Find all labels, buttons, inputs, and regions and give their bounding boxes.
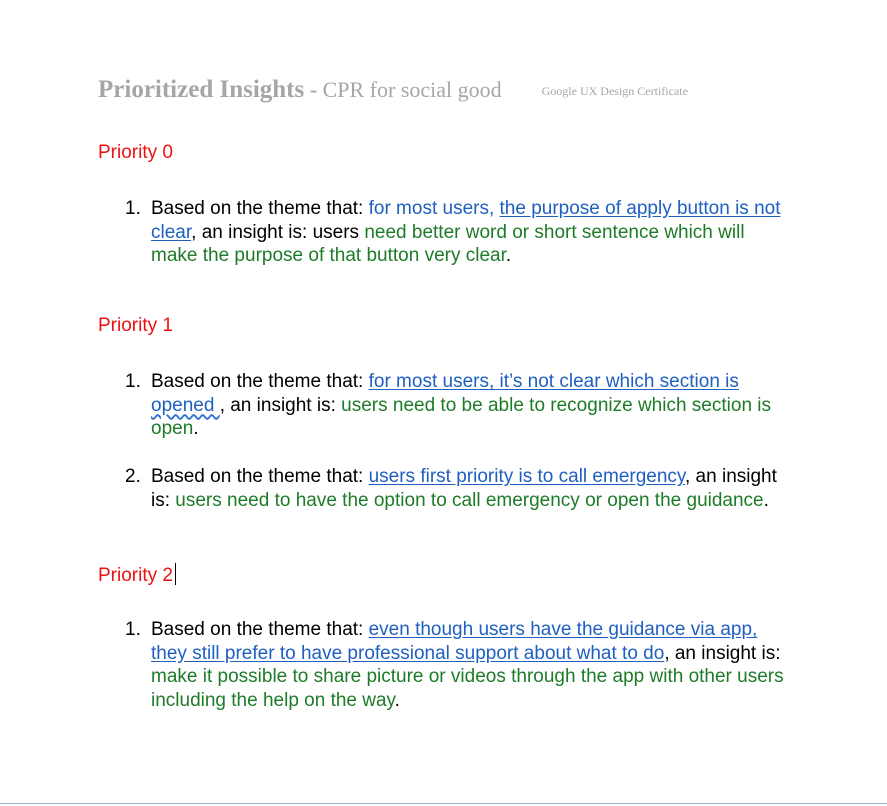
item-end: . (394, 689, 400, 711)
theme-link[interactable]: for most users, it’s not clear which sec… (369, 371, 739, 392)
item-lead: Based on the theme that: (151, 371, 369, 392)
item-end: . (193, 418, 199, 439)
document-header: Prioritized Insights - CPR for social go… (98, 76, 688, 104)
theme-text: for most users, (368, 198, 500, 219)
item-lead: Based on the theme that: (151, 619, 369, 640)
priority-0-heading: Priority 0 (98, 142, 173, 163)
document-page[interactable]: Prioritized Insights - CPR for social go… (0, 0, 887, 806)
insight-text: users need to have the option to call em… (175, 489, 764, 511)
page-bottom-border (0, 803, 887, 804)
priority-2-item-1: 1. Based on the theme that: even though … (125, 618, 791, 712)
certificate-label: Google UX Design Certificate (541, 84, 688, 98)
item-connector: , an insight is: (219, 394, 342, 416)
list-number: 1. (125, 198, 141, 219)
list-number: 2. (125, 466, 141, 487)
item-connector: , an insight is: users (191, 221, 365, 243)
priority-1-heading: Priority 1 (98, 315, 173, 336)
text-cursor (174, 563, 176, 585)
insight-text: make it possible to share picture or vid… (151, 666, 784, 711)
priority-0-item-1: 1. Based on the theme that: for most use… (125, 197, 791, 268)
priority-2-heading-text: Priority 2 (98, 565, 173, 586)
theme-link[interactable]: users first priority is to call emergenc… (369, 466, 685, 487)
title-separator: - (304, 77, 323, 102)
priority-2-heading[interactable]: Priority 2 (98, 563, 176, 587)
item-connector: , an insight is: (664, 642, 781, 664)
document-title: Prioritized Insights (98, 76, 305, 103)
list-number: 1. (125, 371, 141, 392)
item-lead: Based on the theme that: (151, 198, 369, 219)
list-number: 1. (125, 619, 141, 640)
item-end: . (505, 245, 512, 266)
theme-link-misspelled[interactable]: opened (151, 395, 220, 416)
priority-1-item-1: 1. Based on the theme that: for most use… (125, 370, 791, 441)
document-subtitle: CPR for social good (322, 77, 502, 102)
priority-1-item-2: 2. Based on the theme that: users first … (125, 465, 791, 512)
item-lead: Based on the theme that: (151, 466, 369, 487)
item-end: . (763, 489, 769, 511)
